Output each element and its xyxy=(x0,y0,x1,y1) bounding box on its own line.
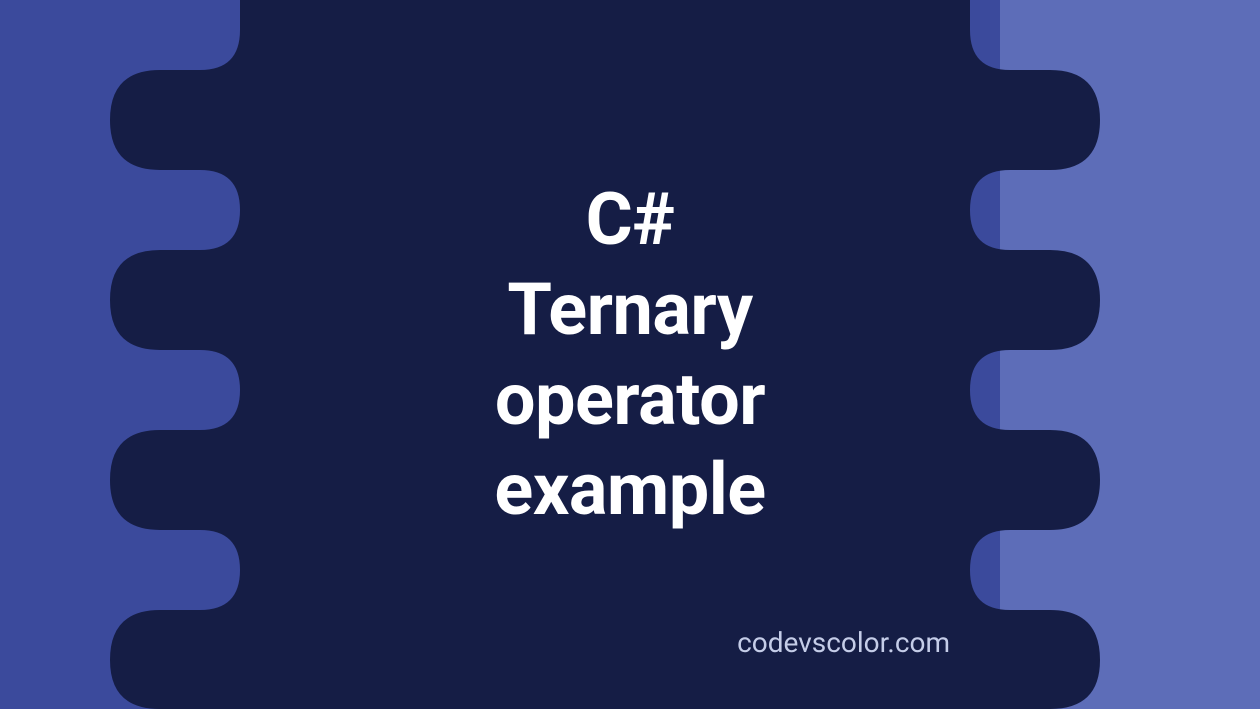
title-container: C# Ternary operator example xyxy=(494,175,765,535)
title-line-3: operator xyxy=(494,355,765,445)
title-line-1: C# xyxy=(494,175,765,265)
title-line-4: example xyxy=(494,445,765,535)
watermark: codevscolor.com xyxy=(737,626,950,659)
title-line-2: Ternary xyxy=(494,265,765,355)
